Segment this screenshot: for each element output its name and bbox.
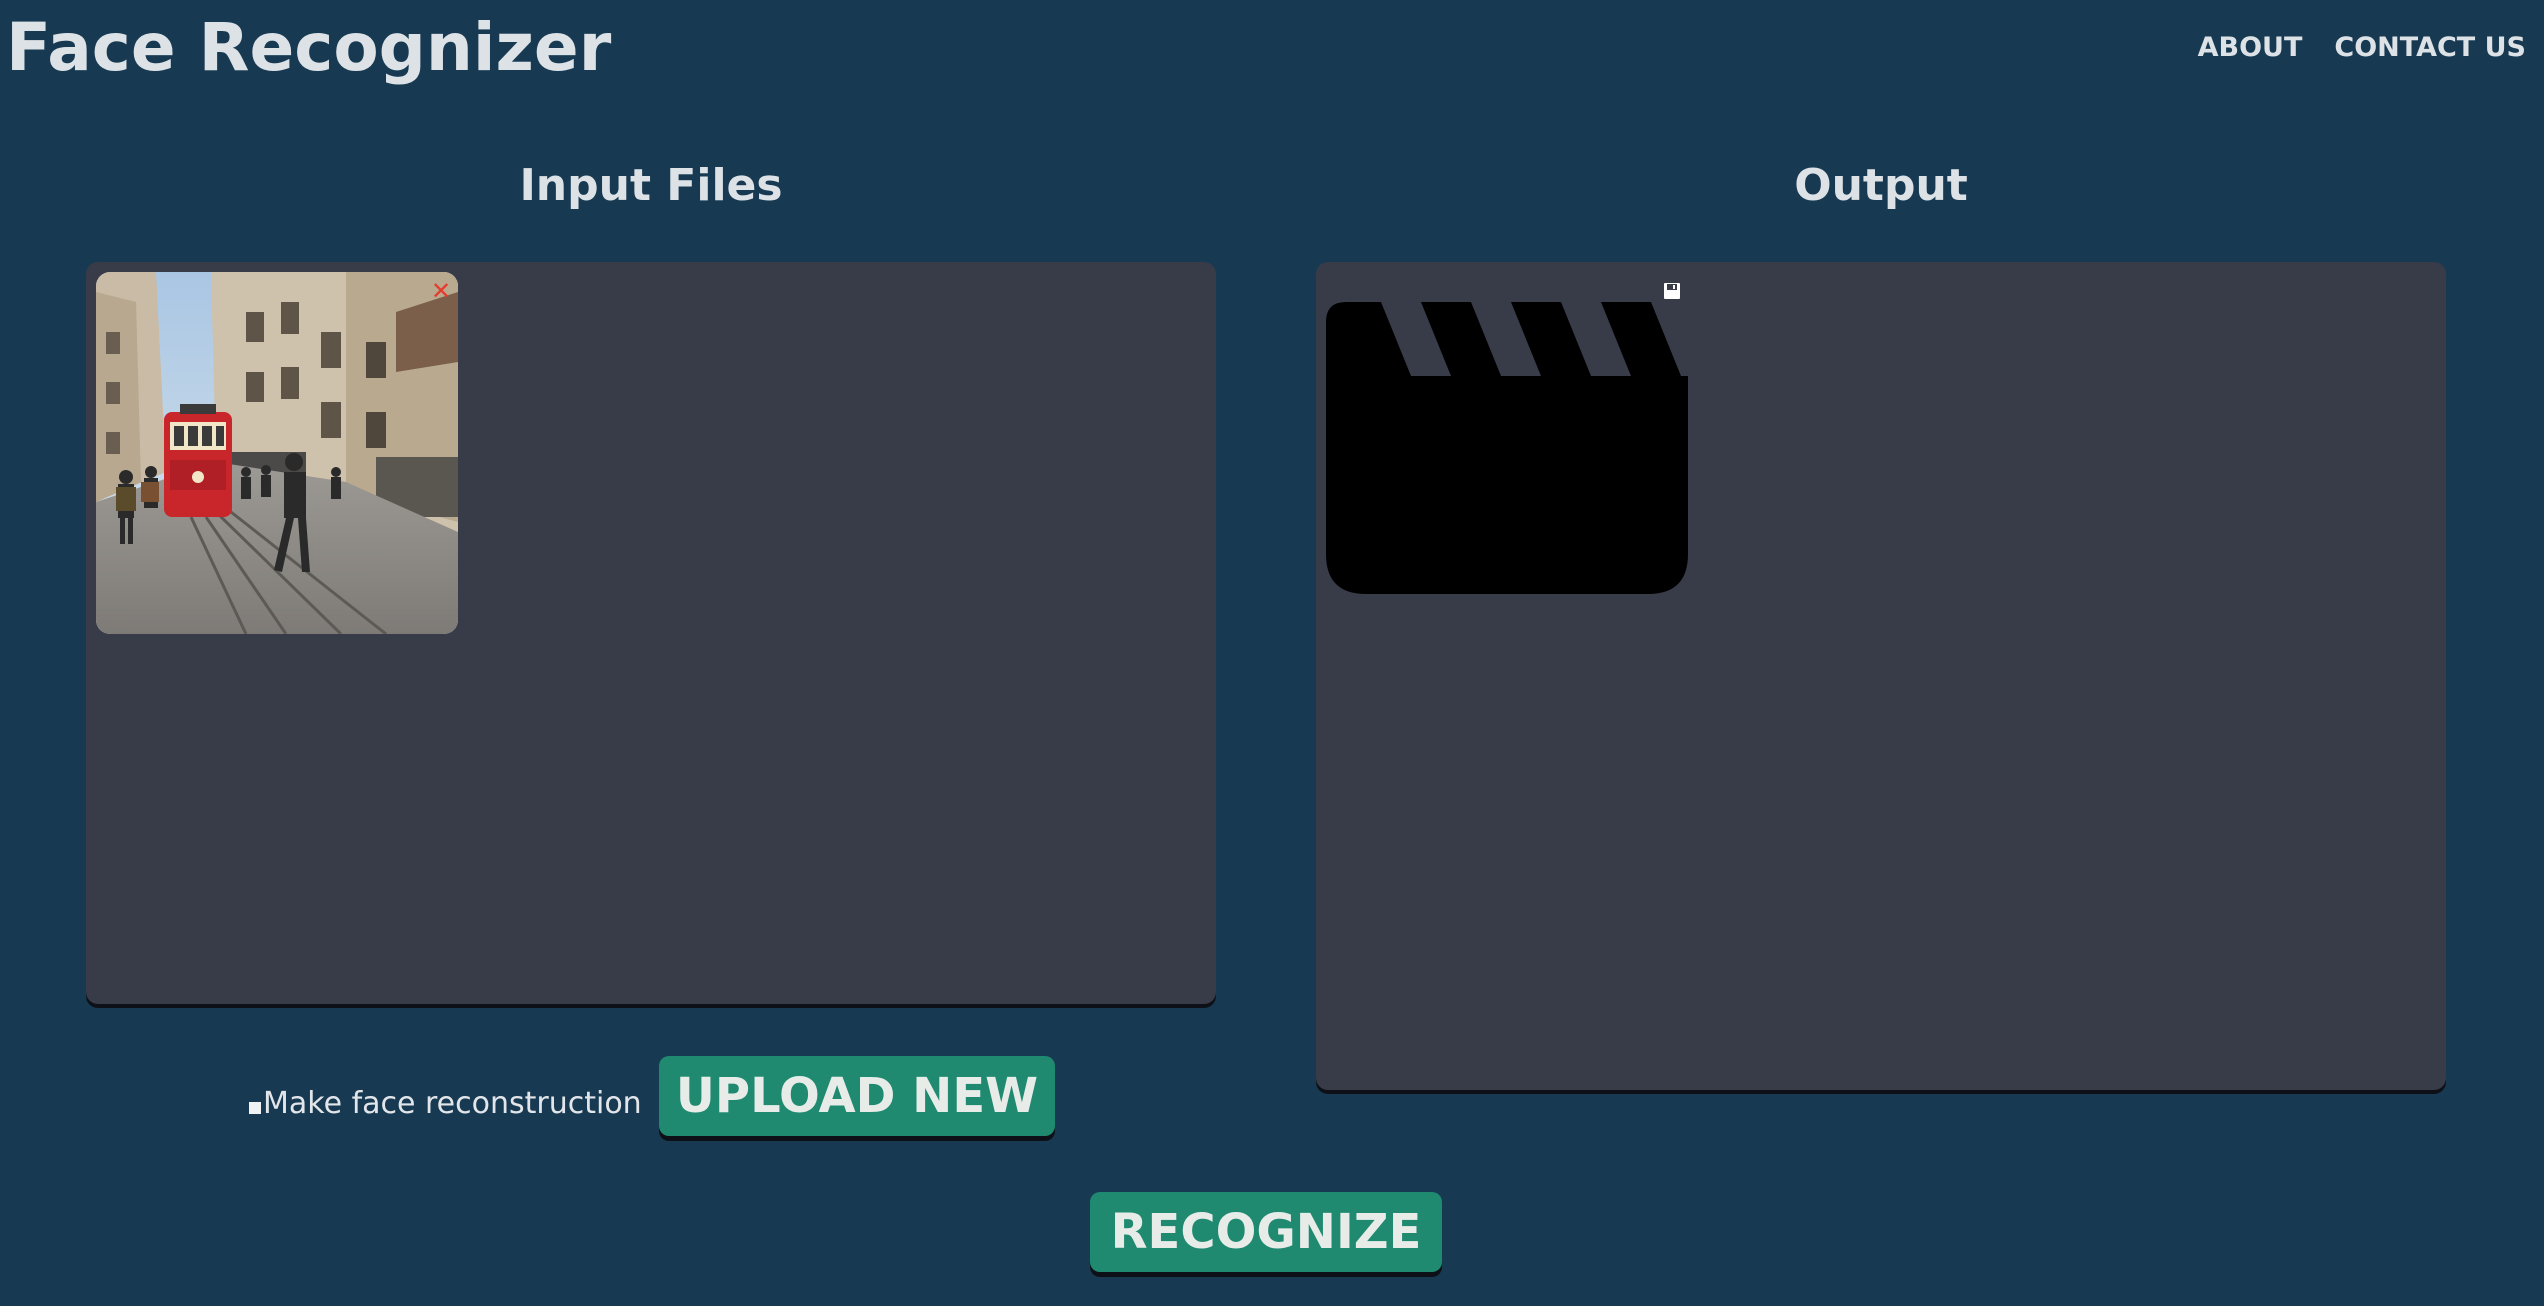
close-icon[interactable]: ✕ — [428, 278, 454, 304]
output-video-item[interactable] — [1326, 302, 1688, 594]
nav-contact-us-link[interactable]: CONTACT US — [2334, 30, 2526, 66]
output-heading: Output — [1794, 160, 1968, 211]
upload-new-button[interactable]: UPLOAD NEW — [659, 1056, 1055, 1136]
clapperboard-icon — [1326, 302, 1688, 594]
input-files-panel: ✕ — [86, 262, 1216, 1004]
street-scene-image — [96, 272, 458, 634]
app-title: Face Recognizer — [6, 9, 612, 86]
save-icon[interactable] — [1661, 280, 1683, 302]
face-reconstruction-checkbox-row[interactable]: Make face reconstruction — [249, 1084, 642, 1124]
input-file-thumbnail[interactable]: ✕ — [96, 272, 458, 634]
recognize-button[interactable]: RECOGNIZE — [1090, 1192, 1442, 1272]
face-reconstruction-checkbox[interactable] — [249, 1102, 261, 1114]
input-files-heading: Input Files — [519, 160, 783, 211]
output-panel — [1316, 262, 2446, 1090]
top-nav: ABOUT CONTACT US — [2198, 30, 2526, 66]
face-reconstruction-label: Make face reconstruction — [263, 1086, 642, 1121]
nav-about-link[interactable]: ABOUT — [2198, 30, 2303, 66]
